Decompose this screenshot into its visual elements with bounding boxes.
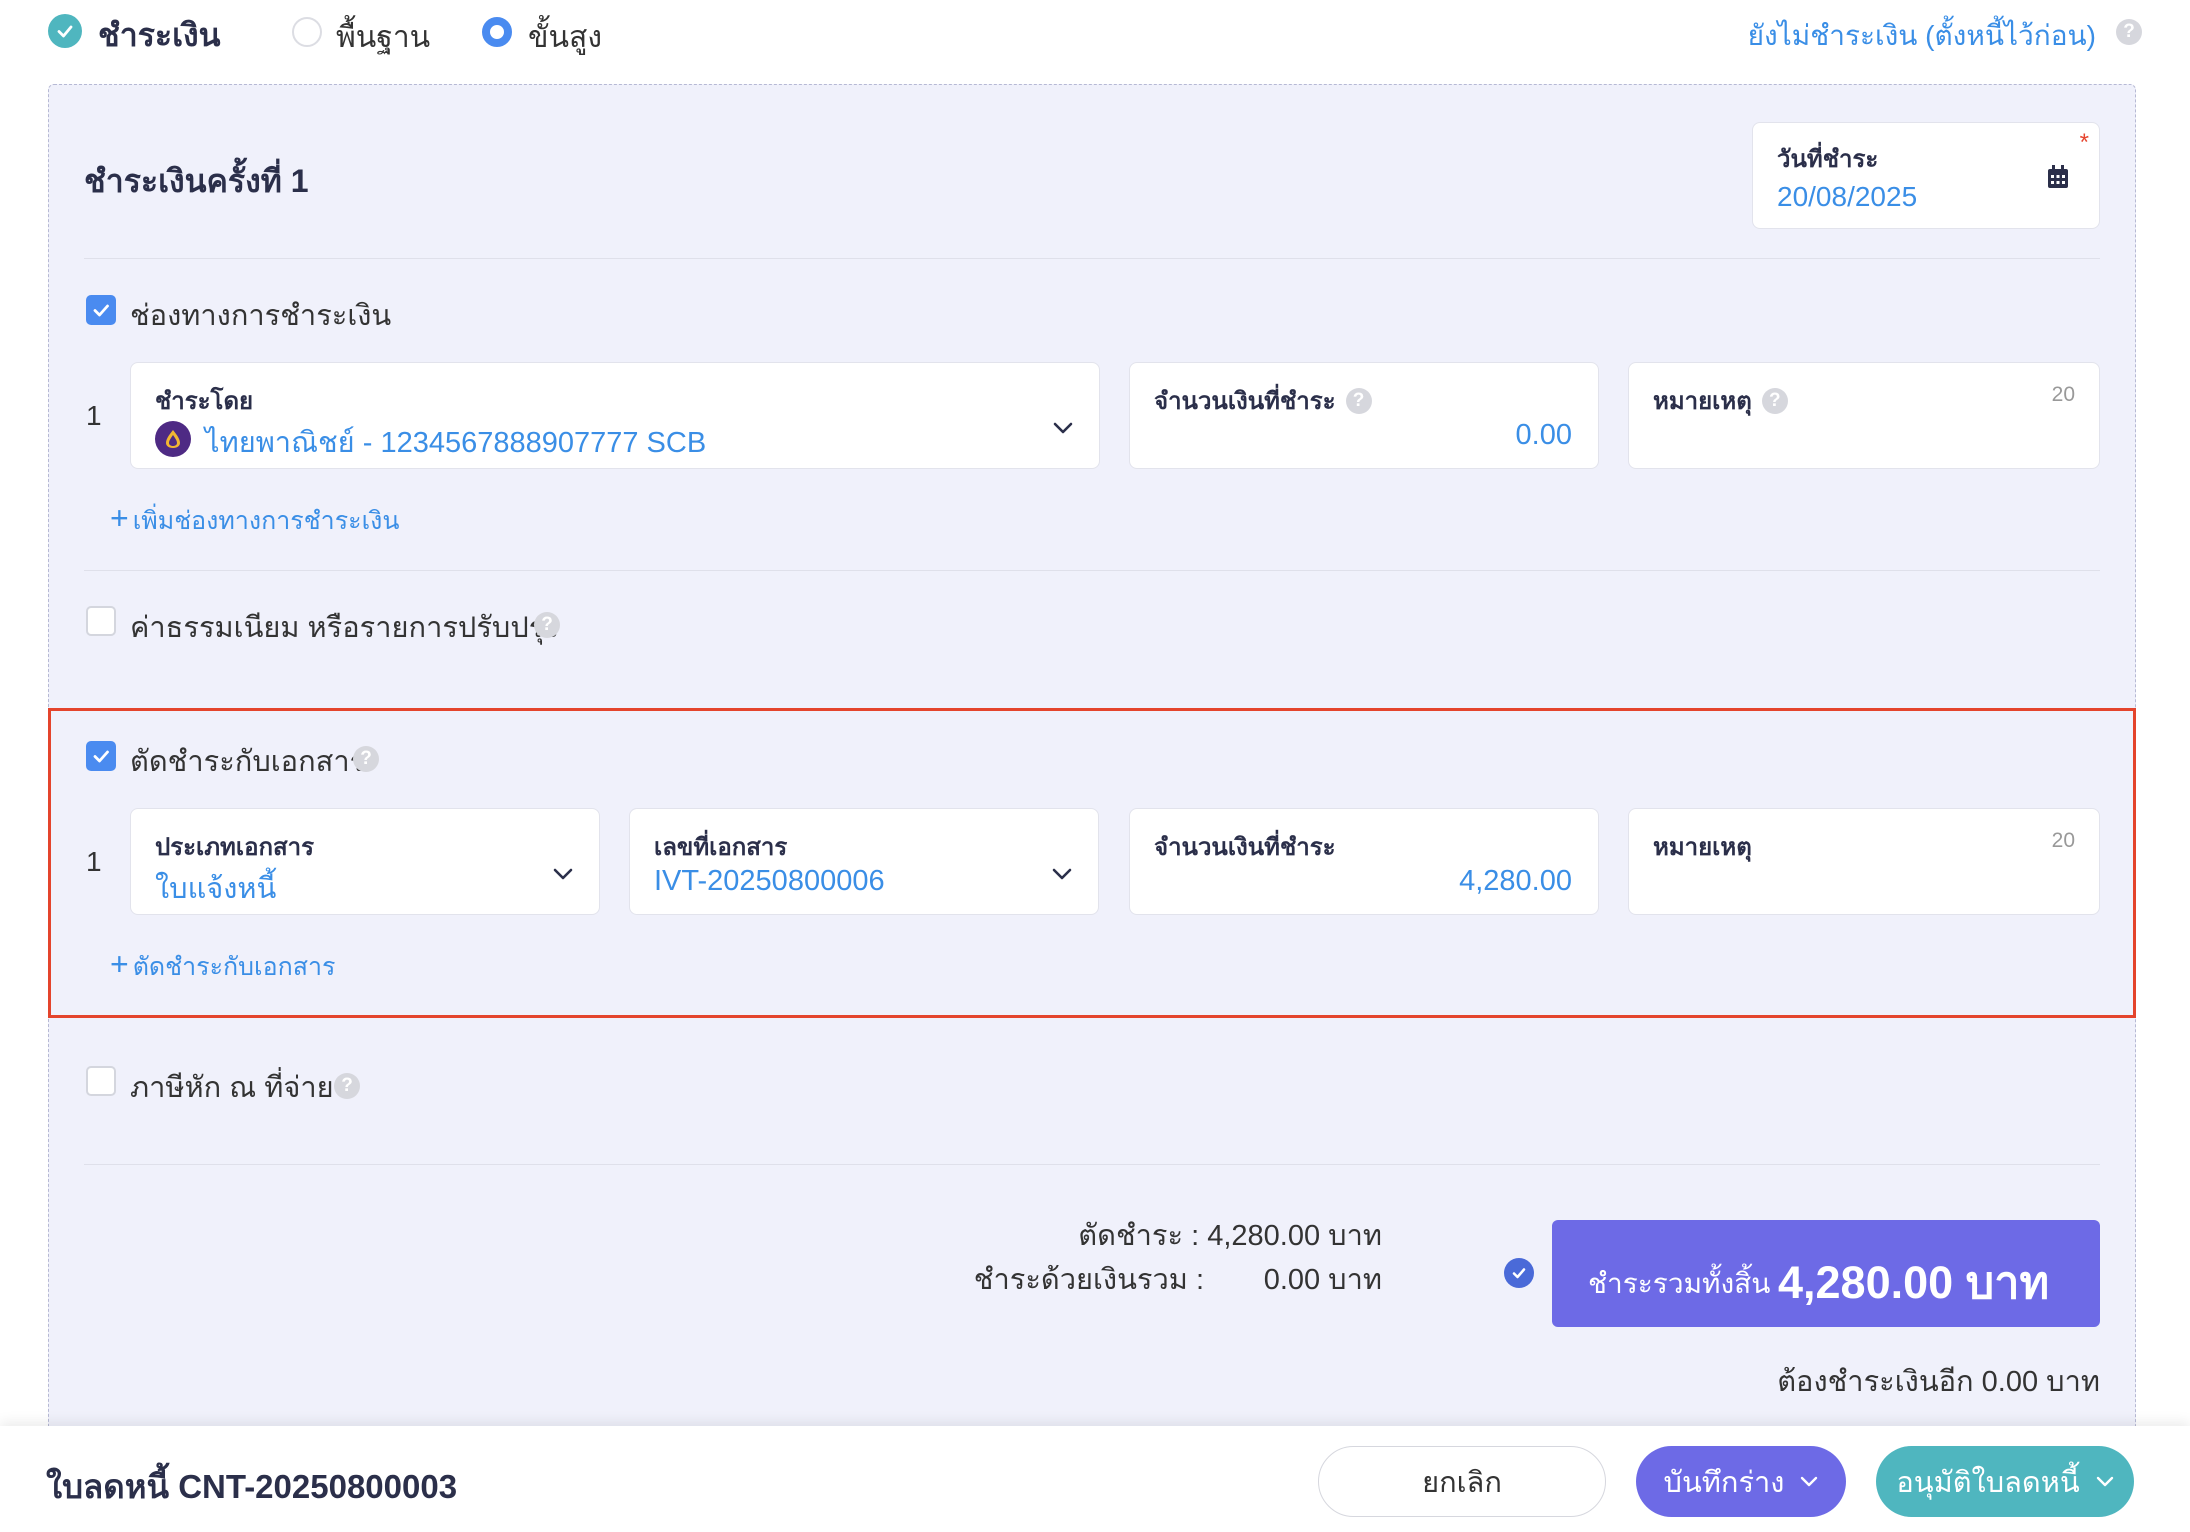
cancel-label: ยกเลิก <box>1422 1466 1502 1499</box>
mode-advanced-radio[interactable] <box>482 17 512 47</box>
payment-mode-row: ชำระเงิน พื้นฐาน ขั้นสูง ยังไม่ชำระเงิน … <box>0 0 2190 70</box>
channel-note-label: หมายเหตุ <box>1653 388 1752 415</box>
doc-number-select[interactable]: เลขที่เอกสาร IVT-20250800006 <box>629 808 1099 915</box>
chevron-down-icon <box>2096 1476 2113 1486</box>
save-draft-label: บันทึกร่าง <box>1663 1466 1785 1499</box>
pay-by-label: ชำระโดย <box>155 388 254 415</box>
payment-round-title: ชำระเงินครั้งที่ 1 <box>84 163 309 199</box>
pay-by-value: ไทยพาณิชย์ - 1234567888907777 SCB <box>205 427 707 459</box>
fees-label: ค่าธรรมเนียม หรือรายการปรับปรุง <box>130 612 559 644</box>
doc-type-select[interactable]: ประเภทเอกสาร ใบแจ้งหนี้ <box>130 808 600 915</box>
pay-by-select[interactable]: ชำระโดย ไทยพาณิชย์ - 1234567888907777 SC… <box>130 362 1100 469</box>
cancel-button[interactable]: ยกเลิก <box>1318 1446 1606 1517</box>
defer-help-icon[interactable]: ? <box>2116 19 2142 45</box>
payment-date-field[interactable]: วันที่ชำระ * 20/08/2025 <box>1752 122 2100 229</box>
offset-row-number: 1 <box>86 846 102 877</box>
payment-channel-checkbox[interactable] <box>86 295 116 325</box>
offset-note-char-counter: 20 <box>2051 829 2075 852</box>
add-payment-channel-label: เพิ่มช่องทางการชำระเงิน <box>132 507 400 535</box>
grand-total-value: 4,280.00 บาท <box>1778 1257 2050 1308</box>
amount-help-icon[interactable]: ? <box>1345 387 1372 414</box>
payment-section-title: ชำระเงิน <box>98 17 221 53</box>
mode-basic-radio[interactable] <box>292 17 322 47</box>
withholding-help-icon[interactable]: ? <box>334 1073 360 1099</box>
doc-type-value: ใบแจ้งหนี้ <box>155 873 277 905</box>
doc-number-value: IVT-20250800006 <box>654 865 885 897</box>
plus-icon: + <box>110 946 129 982</box>
scb-bank-logo-icon <box>155 421 191 457</box>
grand-total-box: ชำระรวมทั้งสิ้น 4,280.00 บาท <box>1552 1220 2100 1327</box>
save-draft-button[interactable]: บันทึกร่าง <box>1636 1446 1846 1517</box>
approve-credit-note-button[interactable]: อนุมัติใบลดหนี้ <box>1876 1446 2134 1517</box>
required-mark: * <box>2079 129 2089 156</box>
paid-total-value: 0.00 บาท <box>1263 1264 1382 1296</box>
offset-note-label: หมายเหตุ <box>1653 834 1752 861</box>
defer-payment-link[interactable]: ยังไม่ชำระเงิน (ตั้งหนี้ไว้ก่อน) <box>1748 14 2096 58</box>
offset-help-icon[interactable]: ? <box>353 746 379 772</box>
approve-label: อนุมัติใบลดหนี้ <box>1896 1466 2080 1499</box>
plus-icon: + <box>110 500 129 536</box>
offset-note-field[interactable]: หมายเหตุ 20 <box>1628 808 2100 915</box>
offset-amount-label: จำนวนเงินที่ชำระ <box>1154 834 1336 861</box>
chevron-down-icon[interactable] <box>553 867 573 881</box>
total-check-icon <box>1504 1258 1534 1288</box>
offset-document-checkbox[interactable] <box>86 741 116 771</box>
offset-amount-field[interactable]: จำนวนเงินที่ชำระ 4,280.00 <box>1129 808 1599 915</box>
note-char-counter: 20 <box>2051 383 2075 406</box>
offset-summary-line: ตัดชำระ : 4,280.00 บาท <box>1078 1220 1382 1252</box>
document-title: ใบลดหนี้ CNT-20250800003 <box>46 1468 458 1505</box>
channel-amount-value[interactable]: 0.00 <box>1516 419 1572 452</box>
remaining-amount: ต้องชำระเงินอีก 0.00 บาท <box>1777 1366 2100 1398</box>
doc-number-label: เลขที่เอกสาร <box>654 834 788 861</box>
mode-basic-label[interactable]: พื้นฐาน <box>336 14 430 61</box>
divider <box>84 570 2100 571</box>
chevron-down-icon <box>1801 1476 1818 1486</box>
channel-amount-label: จำนวนเงินที่ชำระ <box>1154 388 1336 415</box>
chevron-down-icon[interactable] <box>1053 421 1073 435</box>
calendar-icon[interactable] <box>2047 165 2069 189</box>
chevron-down-icon[interactable] <box>1052 867 1072 881</box>
payment-date-value[interactable]: 20/08/2025 <box>1777 181 1917 213</box>
paid-total-label: ชำระด้วยเงินรวม : <box>973 1264 1204 1296</box>
offset-document-label: ตัดชำระกับเอกสาร <box>130 746 366 778</box>
channel-amount-field[interactable]: จำนวนเงินที่ชำระ ? 0.00 <box>1129 362 1599 469</box>
divider <box>84 258 2100 259</box>
channel-amount-label-wrap: จำนวนเงินที่ชำระ ? <box>1154 381 1372 420</box>
bottom-action-bar: ใบลดหนี้ CNT-20250800003 ยกเลิก บันทึกร่… <box>0 1426 2190 1532</box>
withholding-tax-checkbox[interactable] <box>86 1066 116 1096</box>
payment-enabled-check-icon[interactable] <box>48 14 82 48</box>
divider <box>84 1164 2100 1165</box>
doc-type-label: ประเภทเอกสาร <box>155 834 315 861</box>
add-payment-channel-link[interactable]: + เพิ่มช่องทางการชำระเงิน <box>110 500 399 541</box>
payment-date-label: วันที่ชำระ <box>1777 146 1879 173</box>
mode-advanced-label[interactable]: ขั้นสูง <box>528 14 602 61</box>
channel-note-field[interactable]: หมายเหตุ ? 20 <box>1628 362 2100 469</box>
grand-total-label: ชำระรวมทั้งสิ้น <box>1588 1268 1771 1299</box>
payment-channel-label: ช่องทางการชำระเงิน <box>130 300 392 332</box>
offset-amount-value[interactable]: 4,280.00 <box>1459 865 1572 898</box>
channel-row-number: 1 <box>86 400 102 431</box>
withholding-tax-label: ภาษีหัก ณ ที่จ่าย <box>130 1072 334 1104</box>
note-help-icon[interactable]: ? <box>1761 387 1788 414</box>
fees-checkbox[interactable] <box>86 606 116 636</box>
channel-note-label-wrap: หมายเหตุ ? <box>1653 381 1788 420</box>
add-offset-document-label: ตัดชำระกับเอกสาร <box>132 953 336 981</box>
add-offset-document-link[interactable]: + ตัดชำระกับเอกสาร <box>110 946 335 987</box>
fees-help-icon[interactable]: ? <box>534 612 560 638</box>
